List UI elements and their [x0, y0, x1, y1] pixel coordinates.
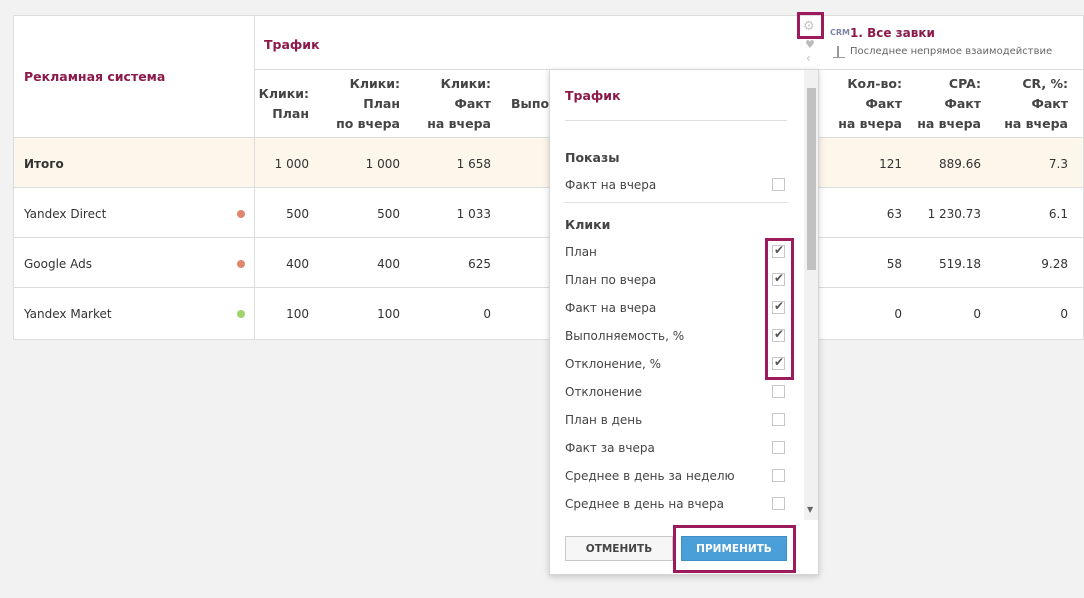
cell-plan: 100	[286, 307, 309, 321]
cell-fact: 0	[483, 307, 491, 321]
cell-plan: 500	[286, 207, 309, 221]
col-header-clicks-plan[interactable]: Клики: План	[254, 84, 309, 124]
divider	[565, 120, 787, 121]
row-name: Google Ads	[24, 257, 92, 271]
option-label: Факт на вчера	[565, 178, 657, 192]
col-header-cr[interactable]: CR, %: Факт на вчера	[989, 74, 1068, 134]
cell-fact: 625	[468, 257, 491, 271]
section-clicks: Клики	[565, 217, 611, 232]
cancel-button[interactable]: ОТМЕНИТЬ	[565, 536, 673, 561]
bar-icon	[833, 46, 845, 58]
option-checkbox[interactable]	[772, 178, 785, 191]
crm-subtitle: Последнее непрямое взаимодействие	[850, 46, 1053, 57]
scrollbar[interactable]: ▼	[804, 70, 818, 520]
option-label: Отклонение	[565, 385, 642, 399]
cell-count: 0	[894, 307, 902, 321]
group-header-traffic[interactable]: Трафик	[264, 34, 320, 56]
scroll-down-icon[interactable]: ▼	[807, 505, 813, 514]
cell-plan-yesterday: 400	[377, 257, 400, 271]
crm-badge: CRM	[830, 28, 850, 37]
scrollbar-thumb[interactable]	[807, 88, 816, 270]
cell-cpa: 889.66	[939, 157, 981, 171]
columns-settings-popup: Трафик Показы Факт на вчера Клики План ✔…	[549, 69, 819, 575]
cell-cpa: 0	[973, 307, 981, 321]
cell-count: 121	[879, 157, 902, 171]
option-label: Факт за вчера	[565, 441, 655, 455]
option-label: План по вчера	[565, 273, 657, 287]
heart-icon[interactable]: ♥	[805, 38, 815, 51]
divider	[565, 202, 787, 203]
cell-plan-yesterday: 100	[377, 307, 400, 321]
option-label: План	[565, 245, 597, 259]
option-checkbox[interactable]	[772, 385, 785, 398]
cell-count: 63	[886, 207, 902, 221]
cell-plan-yesterday: 500	[377, 207, 400, 221]
cell-cpa: 1 230.73	[927, 207, 981, 221]
cell-cpa: 519.18	[939, 257, 981, 271]
col-header-count[interactable]: Кол-во: Факт на вчера	[814, 74, 902, 134]
cell-cr: 7.3	[1048, 157, 1068, 171]
row-name: Yandex Market	[24, 307, 112, 321]
apply-highlight	[673, 525, 796, 573]
option-checkbox[interactable]	[772, 413, 785, 426]
col-header-system[interactable]: Рекламная система	[24, 66, 165, 88]
checkbox-highlight	[765, 238, 794, 380]
option-checkbox[interactable]	[772, 441, 785, 454]
popup-title: Трафик	[565, 88, 621, 103]
cell-plan: 400	[286, 257, 309, 271]
option-label: Среднее в день за неделю	[565, 469, 735, 483]
cell-count: 58	[886, 257, 902, 271]
cell-cr: 9.28	[1041, 257, 1068, 271]
option-label: Отклонение, %	[565, 357, 661, 371]
cell-plan-yesterday: 1 000	[365, 157, 400, 171]
section-impressions: Показы	[565, 150, 620, 165]
cell-fact: 1 658	[456, 157, 491, 171]
option-label: Среднее в день на вчера	[565, 497, 724, 511]
option-label: Факт на вчера	[565, 301, 657, 315]
row-name: Yandex Direct	[24, 207, 107, 221]
col-header-clicks-plan-yesterday[interactable]: Клики: План по вчера	[314, 74, 400, 134]
cell-cr: 6.1	[1048, 207, 1068, 221]
crm-title[interactable]: 1. Все завки	[850, 22, 935, 44]
cell-plan: 1 000	[274, 157, 309, 171]
cell-cr: 0	[1060, 307, 1068, 321]
col-header-clicks-fact[interactable]: Клики: Факт на вчера	[409, 74, 491, 134]
option-checkbox[interactable]	[772, 497, 785, 510]
chevron-left-icon[interactable]: ‹	[806, 51, 811, 65]
cell-fact: 1 033	[456, 207, 491, 221]
col-header-cpa[interactable]: CPA: Факт на вчера	[904, 74, 981, 134]
divider	[254, 16, 255, 339]
option-checkbox[interactable]	[772, 469, 785, 482]
gear-highlight	[797, 12, 824, 39]
option-label: План в день	[565, 413, 643, 427]
option-label: Выполняемость, %	[565, 329, 685, 343]
row-name: Итого	[24, 157, 64, 171]
